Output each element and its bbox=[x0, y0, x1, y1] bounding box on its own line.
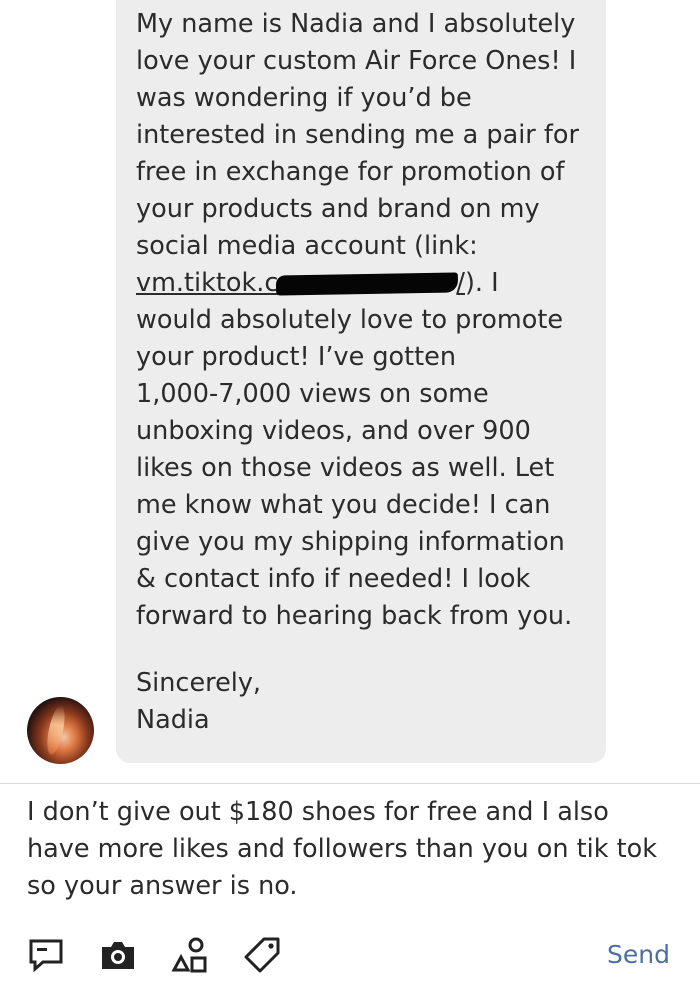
message-line: free in exchange for promotion of bbox=[136, 157, 565, 187]
message-line: unboxing videos, and over 900 bbox=[136, 416, 531, 446]
message-line: & contact info if needed! I look bbox=[136, 564, 531, 594]
message-line: your products and brand on my bbox=[136, 194, 540, 224]
reply-line[interactable]: I don’t give out $180 shoes for free and… bbox=[27, 794, 687, 831]
message-line: interested in sending me a pair for bbox=[136, 120, 579, 150]
camera-icon[interactable] bbox=[98, 935, 138, 975]
reply-line[interactable]: have more likes and followers than you o… bbox=[27, 831, 687, 868]
message-line: social media account (link: bbox=[136, 231, 478, 261]
message-signature: Nadia bbox=[136, 705, 210, 735]
redaction-mark bbox=[276, 272, 459, 296]
message-signoff: Sincerely, bbox=[136, 668, 262, 698]
message-line: love your custom Air Force Ones! I bbox=[136, 46, 577, 76]
message-link-line: vm.tiktok.c/). I bbox=[136, 265, 592, 302]
link-text[interactable]: vm.tiktok.c bbox=[136, 268, 278, 298]
message-line: would absolutely love to promote bbox=[136, 305, 564, 335]
shapes-icon[interactable] bbox=[170, 935, 210, 975]
message-line: likes on those videos as well. Let bbox=[136, 453, 555, 483]
send-button[interactable]: Send bbox=[607, 935, 670, 975]
message-thread: My name is Nadia and I absolutely love y… bbox=[0, 0, 700, 783]
message-line: your product! I’ve gotten bbox=[136, 342, 456, 372]
message-icon[interactable] bbox=[26, 935, 66, 975]
message-line: me know what you decide! I can bbox=[136, 490, 551, 520]
sender-avatar[interactable] bbox=[27, 697, 94, 764]
composer-toolbar: Send bbox=[0, 925, 700, 985]
tag-icon[interactable] bbox=[242, 935, 282, 975]
message-line: My name is Nadia and I absolutely bbox=[136, 9, 576, 39]
tiktok-link[interactable]: vm.tiktok.c / bbox=[136, 268, 465, 298]
message-line: forward to hearing back from you. bbox=[136, 601, 573, 631]
message-line: was wondering if you’d be bbox=[136, 83, 472, 113]
message-line: give you my shipping information bbox=[136, 527, 565, 557]
reply-input[interactable]: I don’t give out $180 shoes for free and… bbox=[27, 794, 687, 905]
message-line: 1,000-7,000 views on some bbox=[136, 379, 489, 409]
link-trailing-text: ). I bbox=[464, 268, 499, 298]
received-message-bubble: My name is Nadia and I absolutely love y… bbox=[116, 0, 606, 763]
reply-line[interactable]: so your answer is no. bbox=[27, 868, 687, 905]
composer-divider bbox=[0, 783, 700, 784]
